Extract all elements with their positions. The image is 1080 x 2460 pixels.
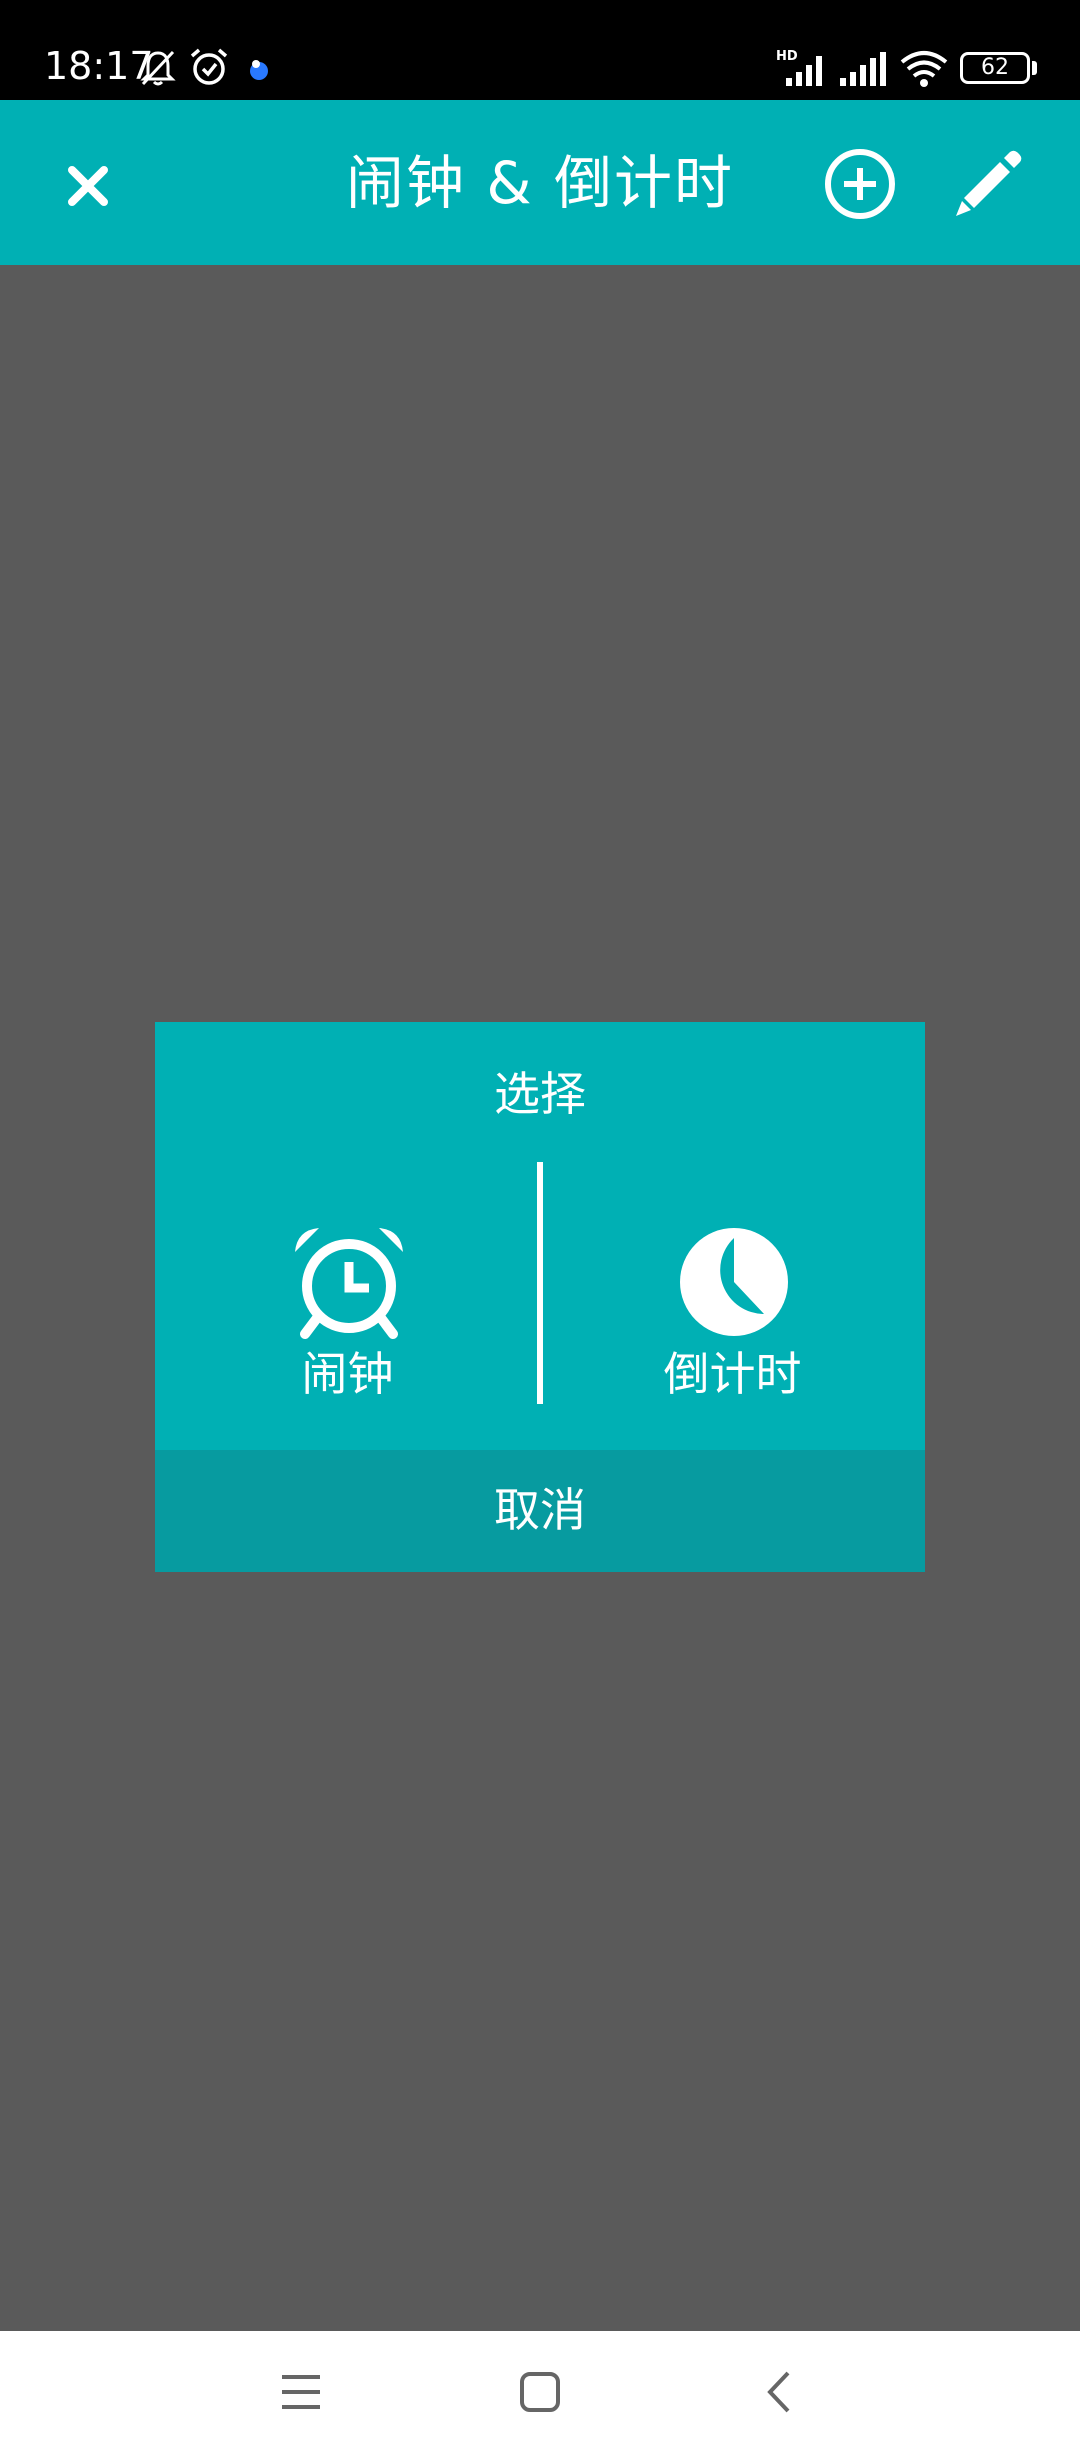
alarm-clock-icon (190, 48, 228, 85)
battery-level: 62 (981, 55, 1009, 80)
battery-icon: 62 (960, 52, 1030, 84)
signal-icon (840, 52, 886, 86)
menu-icon[interactable] (278, 2369, 324, 2415)
pie-timer-icon (680, 1228, 788, 1336)
bell-off-icon (140, 50, 176, 86)
page-title: 闹钟 & 倒计时 (345, 149, 735, 217)
battery-tip (1032, 61, 1037, 75)
wifi-icon (900, 51, 948, 87)
countdown-option-label: 倒计时 (663, 1347, 802, 1401)
app-bar: 闹钟 & 倒计时 (0, 100, 1080, 265)
navigation-bar (0, 2331, 1080, 2460)
app-notification-icon (250, 60, 268, 80)
hd-signal-icon: HD (776, 49, 822, 86)
dialog-title: 选择 (494, 1067, 586, 1121)
pencil-icon[interactable] (948, 144, 1028, 224)
alarm-option[interactable]: 闹钟 (155, 1162, 540, 1422)
cancel-button-label: 取消 (494, 1483, 586, 1537)
home-icon[interactable] (517, 2369, 563, 2415)
status-bar: 18:17 HD 62 (0, 0, 1080, 100)
back-icon[interactable] (756, 2369, 802, 2415)
alarm-option-label: 闹钟 (301, 1347, 394, 1401)
svg-text:HD: HD (776, 49, 798, 64)
choose-dialog: 选择 闹钟 倒计时 取消 (155, 1022, 925, 1572)
add-circle-icon[interactable] (822, 146, 898, 222)
countdown-option[interactable]: 倒计时 (540, 1162, 925, 1422)
cancel-button[interactable]: 取消 (155, 1450, 925, 1572)
alarm-clock-icon (295, 1228, 403, 1339)
